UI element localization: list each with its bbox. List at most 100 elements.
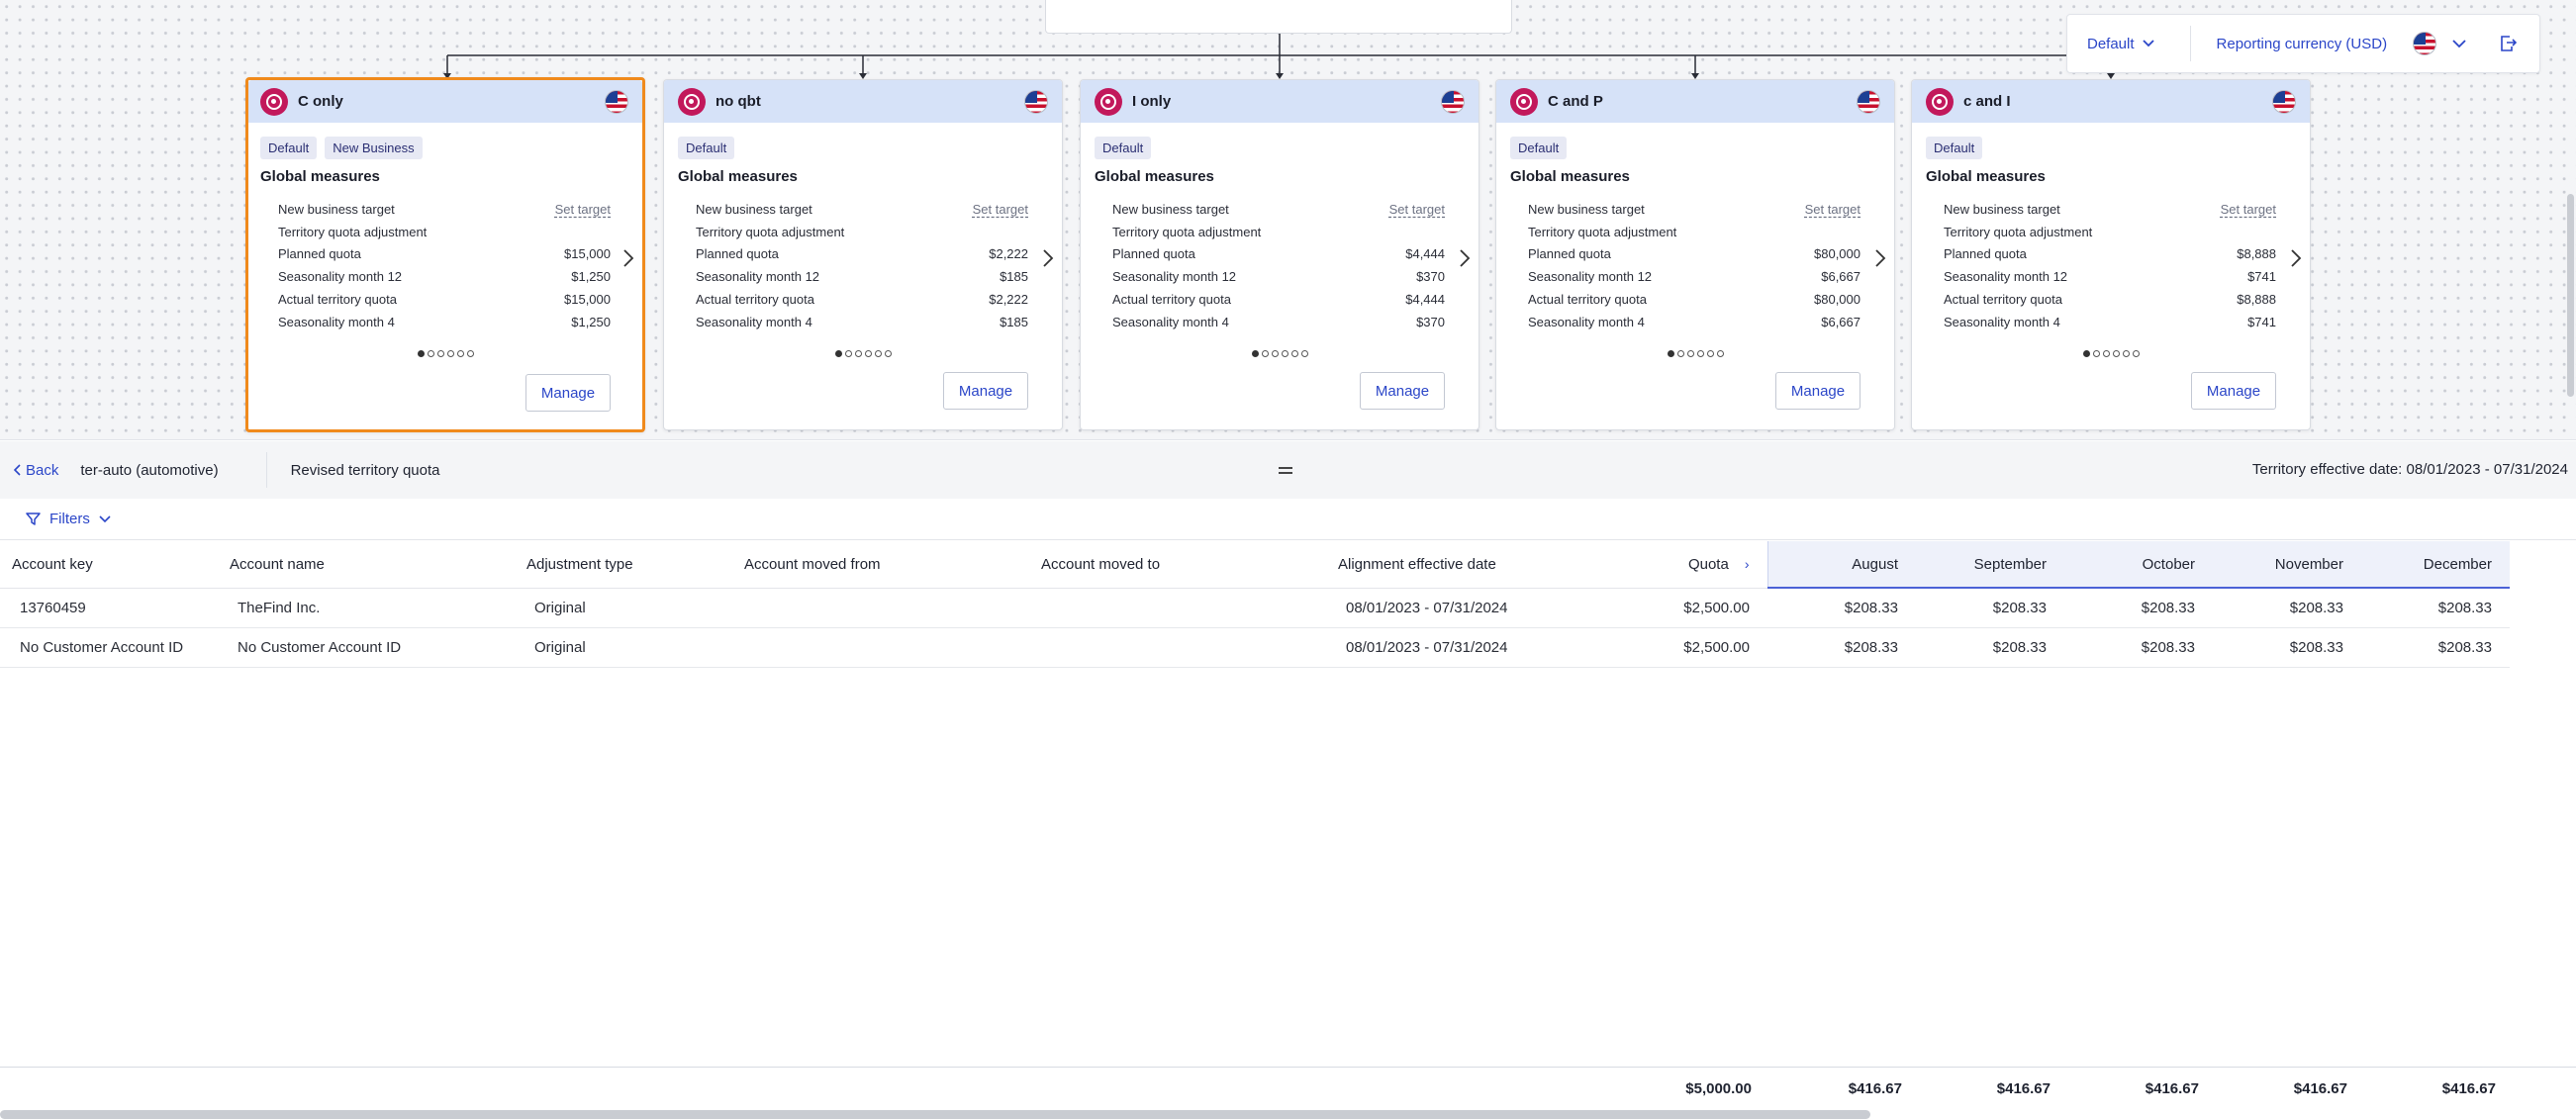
export-icon[interactable] — [2498, 34, 2518, 53]
currency-chevron-down-icon[interactable] — [2452, 39, 2466, 48]
pager-dot[interactable] — [1676, 349, 1684, 357]
pager-dot[interactable] — [1300, 349, 1308, 357]
pager-dot[interactable] — [1716, 349, 1724, 357]
column-header[interactable]: October — [2064, 541, 2213, 589]
territory-card[interactable]: no qbt Default Global measures New busin… — [663, 79, 1063, 430]
measure-label: New business target — [1112, 201, 1229, 217]
pager-dot[interactable] — [1251, 349, 1259, 357]
measure-value: $80,000 — [1814, 292, 1860, 308]
column-header[interactable]: Account moved from — [732, 541, 1029, 589]
manage-button[interactable]: Manage — [1360, 372, 1445, 410]
pager-dot[interactable] — [1261, 349, 1269, 357]
pager-dot[interactable] — [2082, 349, 2090, 357]
pager-dot[interactable] — [834, 349, 842, 357]
card-title: no qbt — [716, 93, 761, 110]
pager-dot[interactable] — [466, 349, 474, 357]
pager-dot[interactable] — [1290, 349, 1298, 357]
pager-dot[interactable] — [417, 349, 425, 357]
territory-card[interactable]: c and I Default Global measures New busi… — [1911, 79, 2311, 430]
column-header[interactable]: Adjustment type — [515, 541, 732, 589]
badge: Default — [1510, 137, 1568, 159]
reporting-currency-label[interactable]: Reporting currency (USD) — [2217, 36, 2388, 52]
measure-label: Actual territory quota — [696, 292, 814, 308]
manage-button[interactable]: Manage — [1775, 372, 1860, 410]
section-title: Revised territory quota — [290, 461, 440, 479]
set-target-link[interactable]: Set target — [555, 202, 611, 217]
set-target-link[interactable]: Set target — [1389, 202, 1445, 217]
divider — [2189, 26, 2191, 61]
measure-label: Actual territory quota — [1944, 292, 2062, 308]
vertical-scrollbar[interactable] — [2567, 194, 2574, 397]
expand-columns-icon[interactable]: › — [1745, 556, 1750, 572]
badge-group: Default — [1496, 123, 1894, 159]
pager-dot[interactable] — [884, 349, 892, 357]
measure-row: Planned quota $4,444 — [1112, 243, 1445, 266]
us-flag-icon — [2272, 89, 2296, 114]
pager-dot[interactable] — [854, 349, 862, 357]
pager-dot[interactable] — [427, 349, 434, 357]
pager-dot[interactable] — [844, 349, 852, 357]
horizontal-scrollbar[interactable] — [0, 1110, 1870, 1119]
chevron-right-icon[interactable] — [622, 248, 634, 268]
measure-label: New business target — [278, 201, 395, 217]
pager-dot[interactable] — [2112, 349, 2120, 357]
chevron-right-icon[interactable] — [2290, 248, 2302, 268]
chevron-right-icon[interactable] — [1042, 248, 1054, 268]
column-header[interactable]: Alignment effective date — [1326, 541, 1623, 589]
measure-label: Seasonality month 12 — [1112, 269, 1237, 285]
pager-dot[interactable] — [2092, 349, 2100, 357]
planning-canvas[interactable]: C only Default New Business Global measur… — [0, 0, 2576, 440]
card-header: c and I — [1912, 80, 2310, 123]
territory-card[interactable]: C and P Default Global measures New busi… — [1495, 79, 1895, 430]
column-header[interactable]: Account name — [218, 541, 515, 589]
table-row[interactable]: No Customer Account ID No Customer Accoun… — [0, 627, 2510, 668]
manage-button[interactable]: Manage — [525, 374, 611, 412]
drag-handle-icon[interactable] — [1279, 467, 1292, 474]
pager-dot[interactable] — [446, 349, 454, 357]
badge-group: Default New Business — [248, 123, 642, 159]
pager-dot[interactable] — [1281, 349, 1288, 357]
quota-table: Account key Account name Adjustment type Ac… — [0, 541, 2510, 668]
measure-row: Seasonality month 12 $185 — [696, 265, 1028, 288]
pager-dot[interactable] — [874, 349, 882, 357]
column-header[interactable]: Account key — [0, 541, 218, 589]
manage-button[interactable]: Manage — [943, 372, 1028, 410]
measure-label: New business target — [1944, 201, 2060, 217]
default-view-dropdown[interactable]: Default — [2087, 36, 2154, 52]
pager-dot[interactable] — [1696, 349, 1704, 357]
column-header[interactable]: September — [1916, 541, 2064, 589]
column-header[interactable]: August — [1767, 541, 1916, 589]
territory-card[interactable]: C only Default New Business Global measur… — [245, 77, 645, 432]
pager-dot[interactable] — [436, 349, 444, 357]
pager-dot[interactable] — [1271, 349, 1279, 357]
measure-value: $370 — [1416, 314, 1445, 329]
chevron-right-icon[interactable] — [1874, 248, 1886, 268]
territory-card[interactable]: I only Default Global measures New busin… — [1080, 79, 1479, 430]
set-target-link[interactable]: Set target — [1805, 202, 1860, 217]
pager-dot[interactable] — [2122, 349, 2130, 357]
table-cell: TheFind Inc. — [218, 588, 515, 628]
pager-dot[interactable] — [2102, 349, 2110, 357]
table-row[interactable]: 13760459 TheFind Inc. Original 08/01/2023 -… — [0, 588, 2510, 628]
measure-value: $741 — [2247, 269, 2276, 285]
card-subtitle: Global measures — [260, 168, 380, 185]
column-header[interactable]: Quota › — [1623, 541, 1768, 589]
pager-dot[interactable] — [1667, 349, 1674, 357]
pager-dot[interactable] — [1686, 349, 1694, 357]
manage-button[interactable]: Manage — [2191, 372, 2276, 410]
filters-button[interactable]: Filters — [26, 511, 111, 527]
set-target-link[interactable]: Set target — [2221, 202, 2276, 217]
pager-dot[interactable] — [1706, 349, 1714, 357]
pager-dot[interactable] — [2132, 349, 2140, 357]
column-header[interactable]: Account moved to — [1029, 541, 1326, 589]
back-link[interactable]: Back — [14, 462, 58, 479]
measure-row: Planned quota $2,222 — [696, 243, 1028, 266]
pager-dot[interactable] — [864, 349, 872, 357]
table-cell: $208.33 — [1916, 627, 2064, 668]
column-header[interactable]: November — [2213, 541, 2361, 589]
set-target-link[interactable]: Set target — [973, 202, 1028, 217]
column-header[interactable]: December — [2361, 541, 2510, 589]
measure-row: Seasonality month 4 $185 — [696, 311, 1028, 333]
pager-dot[interactable] — [456, 349, 464, 357]
chevron-right-icon[interactable] — [1459, 248, 1471, 268]
